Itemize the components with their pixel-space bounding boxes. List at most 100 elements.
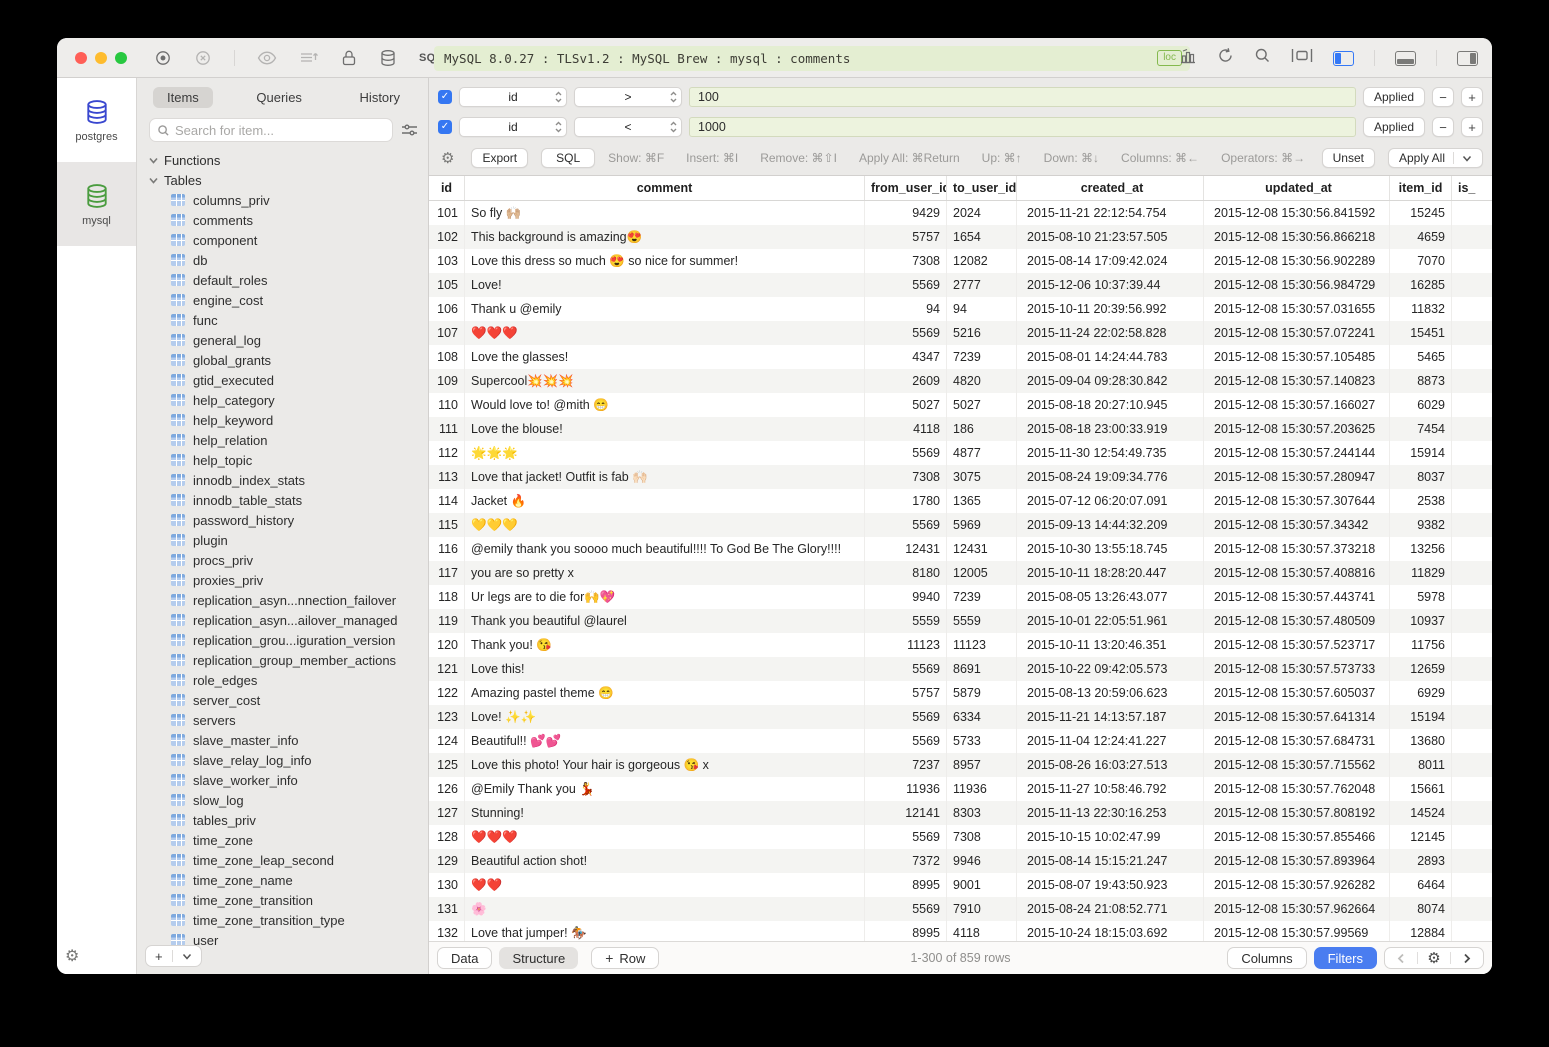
cell-id[interactable]: 113 [429, 465, 465, 489]
cell-from-user-id[interactable]: 5569 [865, 897, 947, 921]
cell-item-id[interactable]: 2893 [1390, 849, 1452, 873]
cell-from-user-id[interactable]: 5757 [865, 681, 947, 705]
cell-to-user-id[interactable]: 3075 [947, 465, 1017, 489]
cell-comment[interactable]: Beautiful!! 💕💕 [465, 729, 865, 753]
cell-from-user-id[interactable]: 11936 [865, 777, 947, 801]
sidebar-table-item[interactable]: time_zone_transition_type [137, 910, 428, 930]
cell-updated-at[interactable]: 2015-12-08 15:30:56.902289 [1204, 249, 1390, 273]
cell-item-id[interactable]: 12145 [1390, 825, 1452, 849]
cell-updated-at[interactable]: 2015-12-08 15:30:57.307644 [1204, 489, 1390, 513]
table-row[interactable]: 121 Love this! 5569 8691 2015-10-22 09:4… [429, 657, 1492, 681]
cell-from-user-id[interactable]: 5569 [865, 273, 947, 297]
filter-column-select[interactable]: id [459, 87, 567, 107]
filter-settings-gear-icon[interactable]: ⚙ [441, 149, 454, 167]
cell-created-at[interactable]: 2015-10-11 18:28:20.447 [1017, 561, 1204, 585]
cell-comment[interactable]: Love! [465, 273, 865, 297]
table-row[interactable]: 109 Supercool💥💥💥 2609 4820 2015-09-04 09… [429, 369, 1492, 393]
cell-created-at[interactable]: 2015-08-24 19:09:34.776 [1017, 465, 1204, 489]
table-row[interactable]: 112 🌟🌟🌟 5569 4877 2015-11-30 12:54:49.73… [429, 441, 1492, 465]
sidebar-table-item[interactable]: replication_asyn...ailover_managed [137, 610, 428, 630]
table-row[interactable]: 114 Jacket 🔥 1780 1365 2015-07-12 06:20:… [429, 489, 1492, 513]
sidebar-table-item[interactable]: slave_master_info [137, 730, 428, 750]
cell-updated-at[interactable]: 2015-12-08 15:30:57.408816 [1204, 561, 1390, 585]
filters-button[interactable]: Filters [1314, 947, 1377, 969]
cell-updated-at[interactable]: 2015-12-08 15:30:57.443741 [1204, 585, 1390, 609]
cell-created-at[interactable]: 2015-08-26 16:03:27.513 [1017, 753, 1204, 777]
cell-created-at[interactable]: 2015-08-07 19:43:50.923 [1017, 873, 1204, 897]
cell-is[interactable] [1452, 489, 1492, 513]
column-header-from-user-id[interactable]: from_user_id [865, 176, 947, 200]
table-row[interactable]: 129 Beautiful action shot! 7372 9946 201… [429, 849, 1492, 873]
cell-is[interactable] [1452, 753, 1492, 777]
sidebar-search-box[interactable] [149, 118, 393, 142]
cell-is[interactable] [1452, 249, 1492, 273]
cell-is[interactable] [1452, 465, 1492, 489]
sidebar-table-item[interactable]: func [137, 310, 428, 330]
cell-is[interactable] [1452, 297, 1492, 321]
cell-created-at[interactable]: 2015-10-15 10:02:47.99 [1017, 825, 1204, 849]
tree-section-functions[interactable]: Functions [137, 150, 428, 170]
table-row[interactable]: 118 Ur legs are to die for🙌💖 9940 7239 2… [429, 585, 1492, 609]
cell-to-user-id[interactable]: 5969 [947, 513, 1017, 537]
cell-id[interactable]: 117 [429, 561, 465, 585]
toggle-right-panel-icon[interactable] [1457, 51, 1478, 66]
cell-from-user-id[interactable]: 11123 [865, 633, 947, 657]
cell-comment[interactable]: @emily thank you soooo much beautiful!!!… [465, 537, 865, 561]
cell-id[interactable]: 126 [429, 777, 465, 801]
cell-updated-at[interactable]: 2015-12-08 15:30:57.808192 [1204, 801, 1390, 825]
cell-id[interactable]: 124 [429, 729, 465, 753]
table-row[interactable]: 128 ❤️❤️❤️ 5569 7308 2015-10-15 10:02:47… [429, 825, 1492, 849]
cell-from-user-id[interactable]: 2609 [865, 369, 947, 393]
cell-id[interactable]: 115 [429, 513, 465, 537]
cell-is[interactable] [1452, 729, 1492, 753]
table-row[interactable]: 127 Stunning! 12141 8303 2015-11-13 22:3… [429, 801, 1492, 825]
sidebar-table-item[interactable]: help_keyword [137, 410, 428, 430]
cell-from-user-id[interactable]: 4118 [865, 417, 947, 441]
cell-updated-at[interactable]: 2015-12-08 15:30:57.203625 [1204, 417, 1390, 441]
cell-from-user-id[interactable]: 7237 [865, 753, 947, 777]
cell-from-user-id[interactable]: 5569 [865, 657, 947, 681]
sql-button[interactable]: SQL [541, 148, 595, 168]
sidebar-table-item[interactable]: time_zone_leap_second [137, 850, 428, 870]
table-row[interactable]: 116 @emily thank you soooo much beautifu… [429, 537, 1492, 561]
connection-postgres[interactable]: postgres [57, 78, 136, 162]
cell-comment[interactable]: Love that jumper! 🏇 [465, 921, 865, 941]
cell-comment[interactable]: Love! ✨✨ [465, 705, 865, 729]
cell-from-user-id[interactable]: 5757 [865, 225, 947, 249]
cell-from-user-id[interactable]: 7308 [865, 249, 947, 273]
table-row[interactable]: 123 Love! ✨✨ 5569 6334 2015-11-21 14:13:… [429, 705, 1492, 729]
cell-item-id[interactable]: 6929 [1390, 681, 1452, 705]
sidebar-table-item[interactable]: columns_priv [137, 190, 428, 210]
cell-from-user-id[interactable]: 7372 [865, 849, 947, 873]
sidebar-search-input[interactable] [175, 123, 385, 138]
cell-updated-at[interactable]: 2015-12-08 15:30:57.34342 [1204, 513, 1390, 537]
filter-enabled-checkbox[interactable]: ✓ [438, 90, 452, 104]
table-row[interactable]: 102 This background is amazing😍 5757 165… [429, 225, 1492, 249]
cell-updated-at[interactable]: 2015-12-08 15:30:57.99569 [1204, 921, 1390, 941]
cell-updated-at[interactable]: 2015-12-08 15:30:57.072241 [1204, 321, 1390, 345]
cell-is[interactable] [1452, 345, 1492, 369]
cell-item-id[interactable]: 2538 [1390, 489, 1452, 513]
cell-is[interactable] [1452, 801, 1492, 825]
table-row[interactable]: 126 @Emily Thank you 💃 11936 11936 2015-… [429, 777, 1492, 801]
cell-is[interactable] [1452, 657, 1492, 681]
cell-id[interactable]: 125 [429, 753, 465, 777]
table-row[interactable]: 113 Love that jacket! Outfit is fab 🙌🏻 7… [429, 465, 1492, 489]
cell-to-user-id[interactable]: 5879 [947, 681, 1017, 705]
cell-id[interactable]: 106 [429, 297, 465, 321]
tab-queries[interactable]: Queries [242, 87, 316, 108]
cell-item-id[interactable]: 14524 [1390, 801, 1452, 825]
cell-from-user-id[interactable]: 5569 [865, 705, 947, 729]
cell-from-user-id[interactable]: 9429 [865, 201, 947, 225]
cell-updated-at[interactable]: 2015-12-08 15:30:57.031655 [1204, 297, 1390, 321]
cell-created-at[interactable]: 2015-10-11 13:20:46.351 [1017, 633, 1204, 657]
cell-item-id[interactable]: 8873 [1390, 369, 1452, 393]
tree-section-tables[interactable]: Tables [137, 170, 428, 190]
cell-id[interactable]: 103 [429, 249, 465, 273]
cell-updated-at[interactable]: 2015-12-08 15:30:57.641314 [1204, 705, 1390, 729]
cell-id[interactable]: 107 [429, 321, 465, 345]
cell-id[interactable]: 127 [429, 801, 465, 825]
sidebar-table-item[interactable]: time_zone_name [137, 870, 428, 890]
sidebar-table-item[interactable]: comments [137, 210, 428, 230]
cell-id[interactable]: 105 [429, 273, 465, 297]
